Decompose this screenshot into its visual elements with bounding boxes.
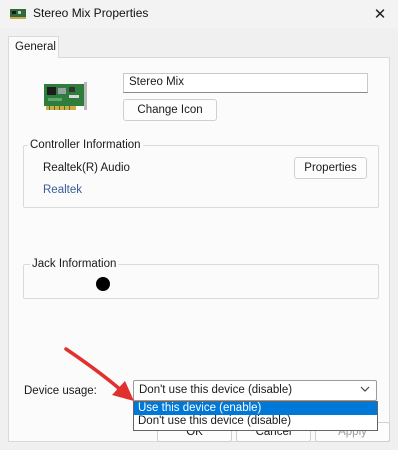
jack-info-label: Jack Information (30, 258, 119, 270)
chevron-down-icon (360, 384, 370, 397)
device-usage-value: Don't use this device (disable) (139, 384, 293, 396)
controller-info-label: Controller Information (28, 139, 143, 151)
device-name-field[interactable]: Stereo Mix (123, 73, 368, 93)
window-title: Stereo Mix Properties (33, 6, 149, 20)
device-usage-select[interactable]: Don't use this device (disable) (133, 380, 377, 401)
device-usage-label: Device usage: (24, 385, 97, 397)
controller-name: Realtek(R) Audio (43, 162, 130, 174)
dropdown-option-enable[interactable]: Use this device (enable) (134, 402, 377, 415)
dropdown-option-disable[interactable]: Don't use this device (disable) (134, 415, 377, 428)
close-button[interactable]: ✕ (366, 0, 394, 28)
change-icon-button[interactable]: Change Icon (123, 99, 217, 121)
device-usage-dropdown-list: Use this device (enable) Don't use this … (133, 401, 378, 431)
close-icon: ✕ (373, 6, 387, 23)
title-bar: Stereo Mix Properties ✕ (0, 0, 398, 28)
properties-button[interactable]: Properties (294, 157, 367, 179)
controller-vendor: Realtek (43, 184, 82, 196)
jack-color-indicator (96, 277, 110, 291)
sound-card-icon (10, 9, 26, 19)
tab-general[interactable]: General (8, 36, 59, 58)
pci-sound-card-icon (44, 82, 87, 110)
